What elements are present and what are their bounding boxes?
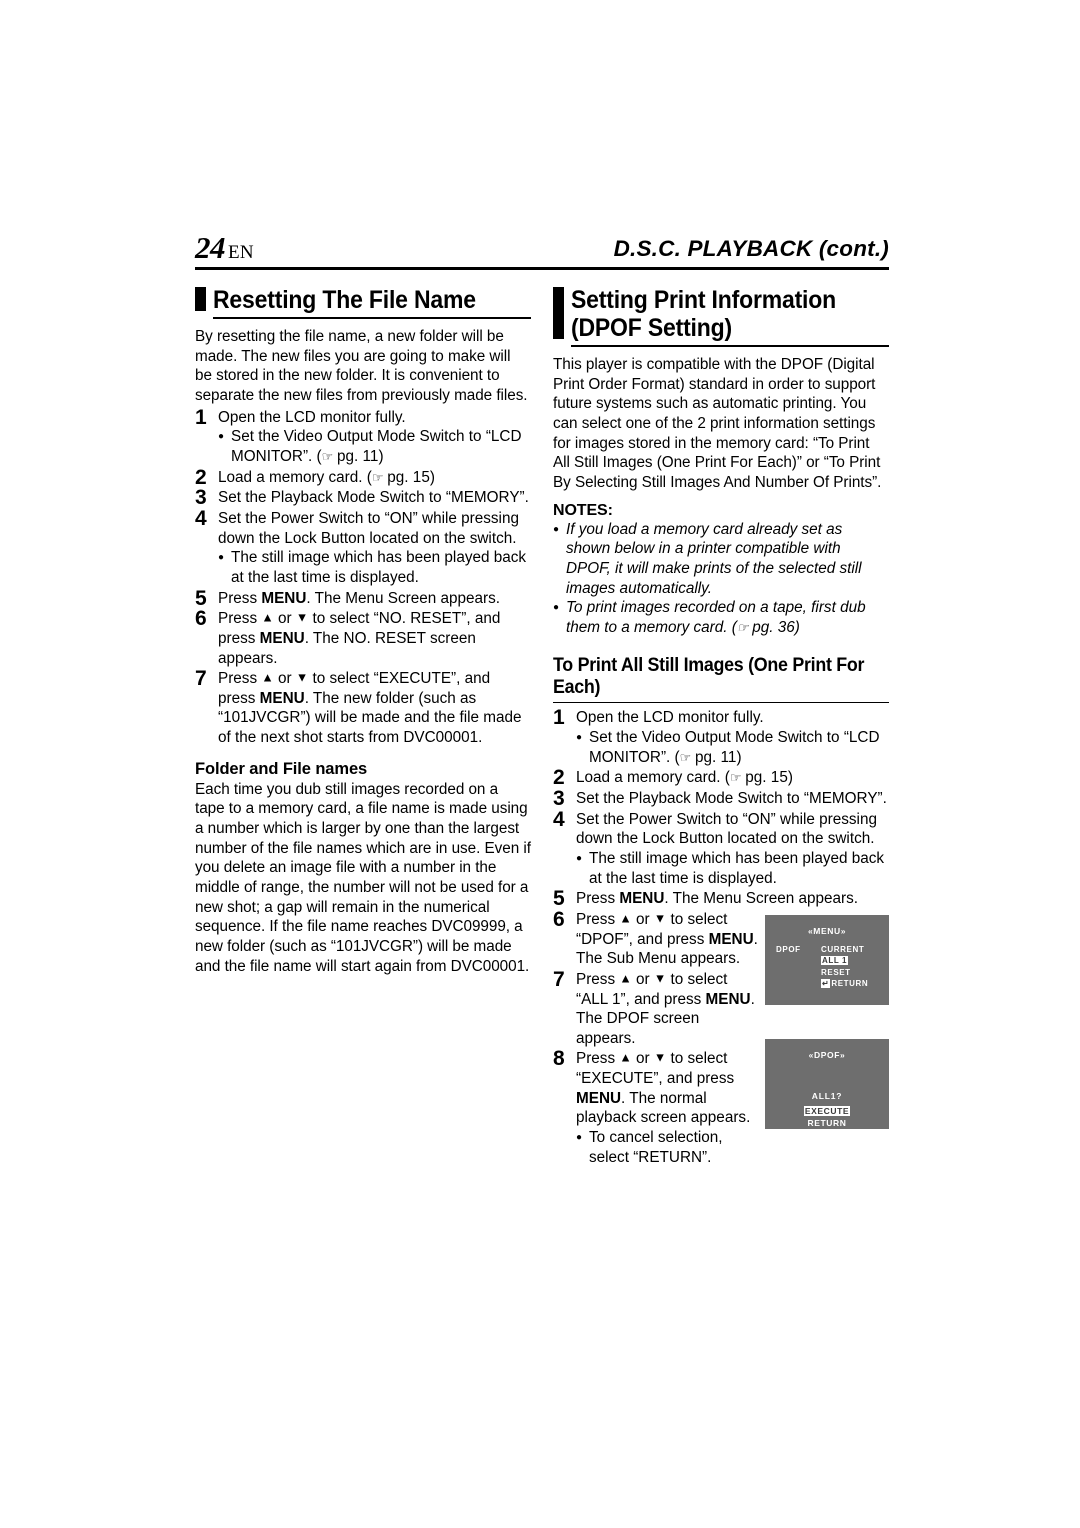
section-marker-bar xyxy=(553,287,564,339)
steps-with-screens: 6 Press ▲ or ▼ to select “DPOF”, and pre… xyxy=(553,907,889,1168)
step-number: 8 xyxy=(553,1047,565,1071)
lcd-label-dpof: DPOF xyxy=(776,944,801,954)
chapter-title: D.S.C. PLAYBACK (cont.) xyxy=(613,236,889,261)
step-text: Press ▲ or ▼ to select “ALL 1”, and pres… xyxy=(576,970,755,1047)
step-text: Set the Playback Mode Switch to “MEMORY”… xyxy=(576,789,887,807)
step-number: 7 xyxy=(195,667,207,691)
sub-bullets: To cancel selection, select “RETURN”. xyxy=(576,1128,758,1167)
step-text: Press MENU. The Menu Screen appears. xyxy=(576,890,858,908)
step-item: 2 Load a memory card. (☞ pg. 15) xyxy=(553,766,889,789)
section-title: Setting Print Information (DPOF Setting) xyxy=(571,286,837,342)
notes-list: If you load a memory card already set as… xyxy=(553,520,889,638)
step-number: 6 xyxy=(553,907,565,931)
step-item: 7 Press ▲ or ▼ to select “EXECUTE”, and … xyxy=(195,667,531,748)
sub-bullets: The still image which has been played ba… xyxy=(576,849,889,888)
right-column: Setting Print Information (DPOF Setting)… xyxy=(553,286,889,1168)
step-text: Press ▲ or ▼ to select “EXECUTE”, and pr… xyxy=(576,1050,751,1127)
subheading-body: Each time you dub still images recorded … xyxy=(195,780,531,975)
step-item: 3 Set the Playback Mode Switch to “MEMOR… xyxy=(553,787,889,810)
lcd-option-return: RETURN xyxy=(831,978,869,988)
step-text: Load a memory card. (☞ pg. 15) xyxy=(218,468,435,486)
lcd-option-list: EXECUTE RETURN xyxy=(765,1105,889,1129)
left-column: Resetting The File Name By resetting the… xyxy=(195,286,531,978)
step-item: 5 Press MENU. The Menu Screen appears. xyxy=(195,587,531,610)
step-item: 8 Press ▲ or ▼ to select “EXECUTE”, and … xyxy=(553,1047,758,1167)
sub-bullet: The still image which has been played ba… xyxy=(576,849,889,888)
step-text: Press ▲ or ▼ to select “EXECUTE”, and pr… xyxy=(218,670,522,747)
step-number: 1 xyxy=(195,405,207,429)
lcd-screen-menu: «MENU» DPOF CURRENT ALL 1 RESET ↵ RETURN xyxy=(765,914,889,1005)
section-title: Resetting The File Name xyxy=(213,286,476,314)
steps-list-right-lower: 6 Press ▲ or ▼ to select “DPOF”, and pre… xyxy=(553,907,758,1168)
step-item: 4 Set the Power Switch to “ON” while pre… xyxy=(195,506,531,588)
lcd-option-return: RETURN xyxy=(807,1117,847,1128)
lcd-option-list: CURRENT ALL 1 RESET ↵ RETURN xyxy=(821,944,868,989)
steps-list-left: 1 Open the LCD monitor fully. Set the Vi… xyxy=(195,405,531,748)
step-item: 1 Open the LCD monitor fully. Set the Vi… xyxy=(195,405,531,467)
step-text: Set the Power Switch to “ON” while press… xyxy=(218,509,519,547)
notes-label: NOTES: xyxy=(553,501,613,519)
sub-bullets: The still image which has been played ba… xyxy=(218,548,531,587)
note-item: To print images recorded on a tape, firs… xyxy=(553,598,889,637)
lcd-screen-illustrations: «MENU» DPOF CURRENT ALL 1 RESET ↵ RETURN … xyxy=(765,914,889,1163)
step-number: 4 xyxy=(195,506,207,530)
steps-list-right: 1 Open the LCD monitor fully. Set the Vi… xyxy=(553,706,889,910)
section-rule xyxy=(571,345,889,347)
step-item: 6 Press ▲ or ▼ to select “NO. RESET”, an… xyxy=(195,607,531,668)
page-number: 24 xyxy=(195,230,226,265)
step-number: 1 xyxy=(553,706,565,730)
step-number: 4 xyxy=(553,807,565,831)
sub-bullet: The still image which has been played ba… xyxy=(218,548,531,587)
lcd-question-all1: ALL1? xyxy=(811,1090,843,1101)
step-item: 2 Load a memory card. (☞ pg. 15) xyxy=(195,466,531,489)
page-folio: 24 EN xyxy=(195,230,254,266)
step-item: 3 Set the Playback Mode Switch to “MEMOR… xyxy=(195,486,531,509)
sub-bullets: Set the Video Output Mode Switch to “LCD… xyxy=(576,728,889,767)
lcd-title: «MENU» xyxy=(807,925,847,936)
sub-bullet: To cancel selection, select “RETURN”. xyxy=(576,1128,758,1167)
lcd-title: «DPOF» xyxy=(808,1049,846,1060)
step-item: 5 Press MENU. The Menu Screen appears. xyxy=(553,887,889,910)
step-text: Open the LCD monitor fully. xyxy=(218,408,406,426)
note-item: If you load a memory card already set as… xyxy=(553,520,889,599)
section-resetting-the-file-name: Resetting The File Name xyxy=(195,286,531,319)
step-item: 1 Open the LCD monitor fully. Set the Vi… xyxy=(553,706,889,767)
intro-paragraph: By resetting the file name, a new folder… xyxy=(195,328,528,404)
page-header: 24 EN D.S.C. PLAYBACK (cont.) xyxy=(195,228,889,270)
step-text: Load a memory card. (☞ pg. 15) xyxy=(576,769,793,787)
section-rule xyxy=(213,317,531,319)
section-setting-print-information: Setting Print Information (DPOF Setting) xyxy=(553,286,889,347)
intro-paragraph: This player is compatible with the DPOF … xyxy=(553,356,882,491)
lcd-option-execute-selected: EXECUTE xyxy=(803,1105,851,1116)
step-text: Press ▲ or ▼ to select “DPOF”, and press… xyxy=(576,910,758,968)
manual-page: 24 EN D.S.C. PLAYBACK (cont.) Resetting T… xyxy=(195,228,889,1166)
subheading-to-print-all-still-images: To Print All Still Images (One Print For… xyxy=(553,654,865,698)
step-number: 6 xyxy=(195,607,207,631)
lcd-screen-dpof: «DPOF» ALL1? EXECUTE RETURN xyxy=(765,1038,889,1129)
step-text: Open the LCD monitor fully. xyxy=(576,709,764,727)
header-rule xyxy=(195,266,889,270)
sub-bullet: Set the Video Output Mode Switch to “LCD… xyxy=(218,427,531,466)
sub-bullet: Set the Video Output Mode Switch to “LCD… xyxy=(576,728,889,767)
step-item: 6 Press ▲ or ▼ to select “DPOF”, and pre… xyxy=(553,907,758,969)
step-text: Press MENU. The Menu Screen appears. xyxy=(218,589,500,607)
step-item: 7 Press ▲ or ▼ to select “ALL 1”, and pr… xyxy=(553,967,758,1049)
step-item: 4 Set the Power Switch to “ON” while pre… xyxy=(553,807,889,889)
language-code: EN xyxy=(228,242,254,263)
step-text: Press ▲ or ▼ to select “NO. RESET”, and … xyxy=(218,610,501,667)
return-arrow-icon: ↵ xyxy=(821,978,831,988)
subheading-folder-and-file-names: Folder and File names xyxy=(195,759,368,778)
step-number: 7 xyxy=(553,967,565,991)
section-marker-bar xyxy=(195,287,206,311)
sub-bullets: Set the Video Output Mode Switch to “LCD… xyxy=(218,427,531,466)
step-text: Set the Power Switch to “ON” while press… xyxy=(576,810,877,848)
lcd-option-current: CURRENT xyxy=(821,944,865,954)
step-text: Set the Playback Mode Switch to “MEMORY”… xyxy=(218,489,529,507)
subheading-rule xyxy=(553,701,889,704)
lcd-option-all1-selected: ALL 1 xyxy=(821,956,849,966)
lcd-option-reset: RESET xyxy=(821,967,851,977)
